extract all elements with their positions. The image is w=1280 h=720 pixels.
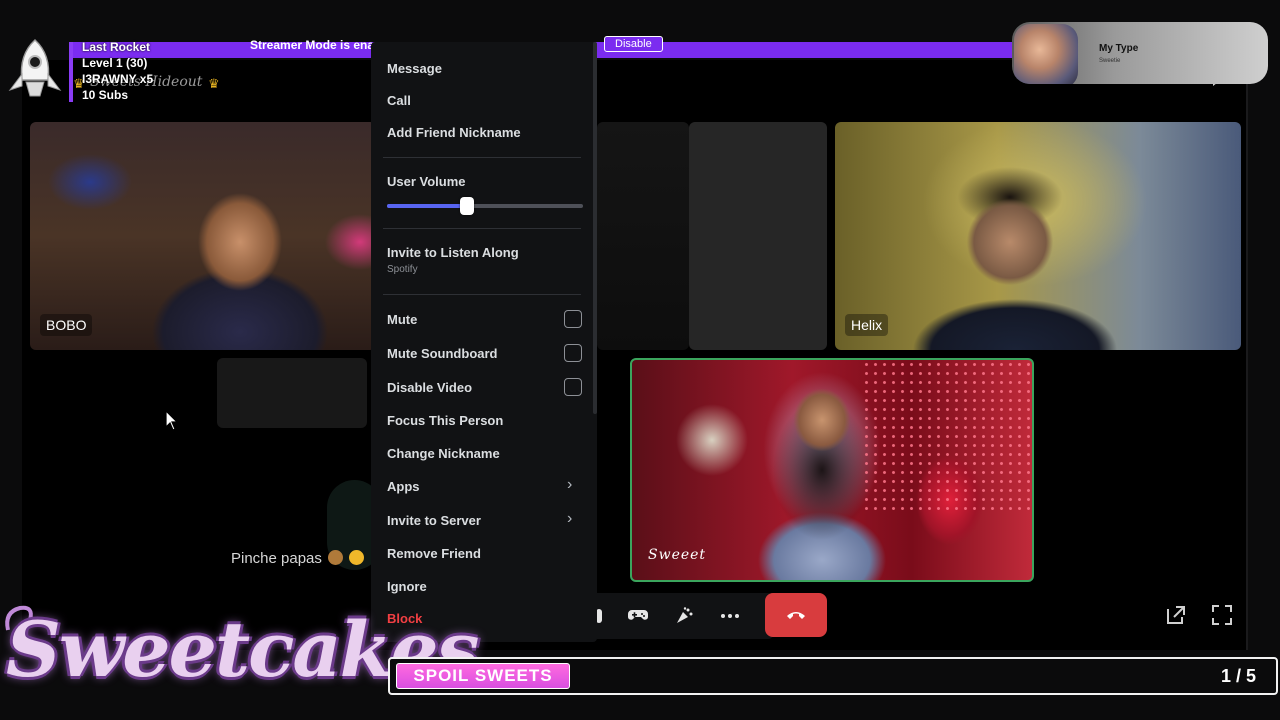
now-playing-widget: My Type Sweetie (1012, 22, 1268, 84)
chevron-right-icon: › (567, 476, 573, 493)
disable-streamer-mode-button[interactable]: Disable (604, 36, 663, 52)
video-tile-off[interactable] (689, 122, 827, 350)
stream-overlay: BOBO Helix Sweeet Pinche papas Streamer … (0, 0, 1280, 720)
cursor-icon (165, 410, 179, 431)
discord-call-area: BOBO Helix Sweeet Pinche papas (22, 60, 1248, 650)
rocket-subs: 10 Subs (82, 88, 129, 102)
participant-label: BOBO (40, 314, 93, 336)
video-tile-hidden[interactable] (597, 122, 689, 350)
menu-item-message[interactable]: Message (387, 61, 442, 76)
disable-video-checkbox[interactable] (564, 378, 582, 396)
volume-slider-fill (387, 204, 468, 208)
spoil-sweets-button[interactable]: SPOIL SWEETS (396, 663, 570, 689)
page-counter: 1 / 5 (1220, 666, 1256, 686)
volume-slider-thumb[interactable] (460, 197, 475, 215)
last-rocket-title: Last Rocket (82, 40, 151, 54)
user-context-menu: Message Call Add Friend Nickname User Vo… (371, 42, 597, 642)
fullscreen-icon[interactable] (1210, 603, 1234, 627)
track-artist: Sweetie (1099, 58, 1121, 64)
user-volume-slider[interactable] (387, 204, 583, 208)
rocket-icon (8, 38, 62, 97)
banner-text: Streamer Mode is ena (250, 38, 375, 52)
rocket-supporter: I3RAWNY x5 (82, 72, 154, 86)
chat-text: Pinche papas (231, 550, 322, 567)
menu-item-disable-video[interactable]: Disable Video (387, 380, 472, 395)
chevron-right-icon: › (567, 510, 573, 527)
hangup-button[interactable] (765, 593, 827, 637)
album-art (1014, 24, 1078, 84)
menu-separator (383, 294, 581, 295)
rocket-level: Level 1 (30) (82, 56, 148, 70)
menu-item-mute-soundboard[interactable]: Mute Soundboard (387, 346, 498, 361)
video-tile-sweeet-speaking[interactable]: Sweeet (630, 358, 1034, 582)
call-controls (582, 593, 774, 639)
menu-item-change-nickname[interactable]: Change Nickname (387, 446, 500, 461)
video-tile-helix[interactable]: Helix (835, 122, 1241, 350)
participant-label: Sweeet (648, 547, 707, 563)
more-icon[interactable] (715, 601, 745, 631)
menu-item-mute[interactable]: Mute (387, 312, 417, 327)
menu-separator (383, 228, 581, 229)
mute-checkbox[interactable] (564, 310, 582, 328)
menu-item-apps[interactable]: Apps (387, 479, 420, 494)
menu-item-invite-to-server[interactable]: Invite to Server (387, 513, 481, 528)
participant-label: Helix (845, 314, 889, 336)
menu-item-add-friend-nickname[interactable]: Add Friend Nickname (387, 125, 521, 140)
laughing-emoji-icon (348, 550, 364, 565)
mute-soundboard-checkbox[interactable] (564, 344, 582, 362)
crown-icon: ♛ (208, 76, 220, 91)
menu-item-remove-friend[interactable]: Remove Friend (387, 546, 481, 561)
menu-item-subtext: Spotify (387, 264, 418, 275)
menu-item-call[interactable]: Call (387, 93, 411, 108)
popout-icon[interactable] (1164, 603, 1188, 627)
video-tile-bobo[interactable]: BOBO (30, 122, 376, 350)
menu-item-focus-person[interactable]: Focus This Person (387, 413, 503, 428)
menu-scrollbar[interactable] (593, 42, 597, 414)
overlay-accent-bar (69, 42, 73, 102)
menu-separator (383, 157, 581, 158)
chat-message: Pinche papas (231, 550, 364, 567)
menu-item-invite-listen-along[interactable]: Invite to Listen Along (387, 245, 519, 260)
goal-bar: SPOIL SWEETS 1 / 5 (388, 657, 1278, 695)
hangup-icon (787, 612, 805, 619)
menu-item-ignore[interactable]: Ignore (387, 579, 427, 594)
video-tile-partial[interactable] (217, 358, 367, 428)
track-title: My Type (1099, 43, 1139, 54)
soundboard-icon[interactable] (669, 601, 699, 631)
menu-item-user-volume: User Volume (387, 174, 466, 189)
potato-emoji-icon (327, 550, 343, 565)
gamepad-icon[interactable] (623, 601, 653, 631)
